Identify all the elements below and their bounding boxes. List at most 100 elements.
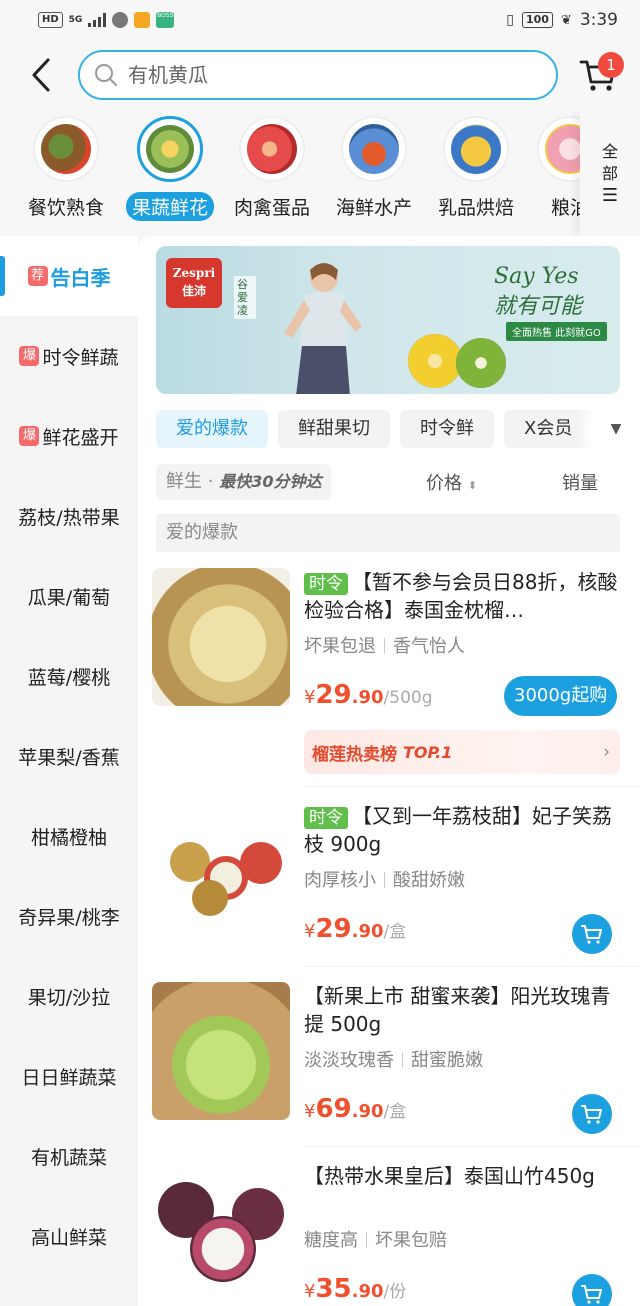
sort-price-button[interactable]: 价格 ⬍ [426,469,477,495]
product-info: 【热带水果皇后】泰国山竹450g 糖度高 坏果包赔 ¥35.90/份 [304,1162,620,1306]
product-card[interactable]: 【新果上市 甜蜜来袭】阳光玫瑰青提 500g 淡淡玫瑰香 甜蜜脆嫩 ¥69.90/… [138,982,640,1152]
sidebar-item-fruit-salad[interactable]: 果切/沙拉 [0,956,138,1036]
clock: 3:39 [579,10,618,30]
price-integer: 69 [315,1094,352,1124]
kiwi-green-image [456,338,506,388]
sidebar-item-label: 奇异果/桃李 [18,906,120,929]
chip-love-hot[interactable]: 爱的爆款 [156,410,268,448]
product-features: 肉厚核小 酸甜娇嫩 [304,866,620,892]
category-seafood[interactable]: 海鲜水产 [324,116,424,221]
product-card[interactable]: 【热带水果皇后】泰国山竹450g 糖度高 坏果包赔 ¥35.90/份 [138,1162,640,1306]
search-input[interactable] [128,63,508,87]
sidebar-item-citrus[interactable]: 柑橘橙柚 [0,796,138,876]
product-features: 糖度高 坏果包赔 [304,1226,620,1252]
sidebar-item-label: 告白季 [50,265,111,290]
category-meat-eggs[interactable]: 肉禽蛋品 [222,116,322,221]
product-image-durian [152,568,290,706]
back-button[interactable] [26,58,56,92]
feature-text: 淡淡玫瑰香 [304,1050,394,1071]
add-to-cart-button[interactable] [572,1274,612,1306]
sidebar-item-label: 鲜花盛开 [42,426,119,449]
product-card[interactable]: 时令 【暂不参与会员日88折，核酸检验合格】泰国金枕榴… 坏果包退 香气怡人 ¥29… [138,568,640,784]
feature-text: 坏果包赔 [375,1230,447,1251]
category-fruits-veg[interactable]: 果蔬鲜花 [120,116,220,221]
delivery-filter[interactable]: 鲜生 · 最快30分钟达 [156,464,332,500]
category-catering[interactable]: 餐饮熟食 [16,116,116,221]
category-label: 海鲜水产 [335,197,412,219]
app-notification-icon [112,12,129,28]
sidebar-item-daily-veg[interactable]: 日日鲜蔬菜 [0,1036,138,1116]
sidebar-item-confession-season[interactable]: 荐告白季 [0,236,138,316]
chip-x-member[interactable]: X会员 [504,410,593,448]
battery-icon: 100 [521,12,553,28]
price-unit: /500g [383,688,433,708]
category-image [341,116,407,182]
video-app-icon [134,12,151,28]
category-sidebar: 荐告白季 爆时令鲜蔬 爆鲜花盛开 荔枝/热带果 瓜果/葡萄 蓝莓/樱桃 苹果梨/… [0,236,138,1306]
brand-name: Zespri [172,266,216,280]
product-features: 坏果包退 香气怡人 [304,632,620,658]
all-label-2: 部 [601,164,618,183]
sidebar-item-kiwi-peach[interactable]: 奇异果/桃李 [0,876,138,956]
category-dairy-bakery[interactable]: 乳品烘焙 [426,116,526,221]
sidebar-item-blueberry-cherry[interactable]: 蓝莓/樱桃 [0,636,138,716]
sidebar-item-melon-grape[interactable]: 瓜果/葡萄 [0,556,138,636]
product-info: 时令 【又到一年荔枝甜】妃子笑荔枝 900g 肉厚核小 酸甜娇嫩 ¥29.90/盒 [304,802,620,954]
product-title: 时令 【又到一年荔枝甜】妃子笑荔枝 900g [304,802,620,858]
seasonal-tag: 时令 [304,807,348,829]
min-purchase-button[interactable]: 3000g起购 [504,676,618,716]
promo-banner[interactable]: Zespri 佳沛 谷爱凌 Say Yes 就有可能 全面热售 此刻就GO [156,246,620,394]
fresh-slogan: 最快30分钟达 [219,472,322,491]
chip-seasonal[interactable]: 时令鲜 [400,410,494,448]
search-bar[interactable] [78,50,558,100]
divider [304,1146,640,1147]
sidebar-item-label: 日日鲜蔬菜 [21,1066,117,1089]
feature-text: 坏果包退 [304,636,376,657]
feature-text: 肉厚核小 [304,870,376,891]
cart-icon [581,1105,602,1124]
product-card[interactable]: 时令 【又到一年荔枝甜】妃子笑荔枝 900g 肉厚核小 酸甜娇嫩 ¥29.90/盒 [138,802,640,972]
search-header: 1 [0,40,640,112]
category-label: 肉禽蛋品 [233,197,310,219]
sidebar-item-lychee[interactable]: 荔枝/热带果 [0,476,138,556]
chips-expand-button[interactable]: ▼ [592,410,640,448]
all-categories-button[interactable]: 全 部 ☰ [580,112,640,236]
sort-sales-button[interactable]: 销量 [562,469,598,495]
category-label: 乳品烘焙 [437,197,514,219]
hot-tag: 爆 [19,346,40,366]
ranking-banner[interactable]: 榴莲热卖榜 TOP.1 › [304,730,620,774]
price-unit: /盒 [383,922,407,942]
category-strip: 餐饮熟食 果蔬鲜花 肉禽蛋品 海鲜水产 乳品烘焙 粮油 全 部 ☰ [0,112,640,236]
product-title: 时令 【暂不参与会员日88折，核酸检验合格】泰国金枕榴… [304,568,620,624]
signal-icon [88,13,107,27]
product-features: 淡淡玫瑰香 甜蜜脆嫩 [304,1046,620,1072]
sidebar-item-apple-pear[interactable]: 苹果梨/香蕉 [0,716,138,796]
divider [304,786,640,787]
divider [402,1052,403,1068]
sidebar-item-flowers[interactable]: 爆鲜花盛开 [0,396,138,476]
price-unit: /份 [383,1282,407,1302]
currency-symbol: ¥ [304,687,316,708]
divider [366,1232,367,1248]
add-to-cart-button[interactable] [572,914,612,954]
feature-text: 甜蜜脆嫩 [411,1050,483,1071]
slogan-en: Say Yes [494,264,579,289]
chip-fresh-cut[interactable]: 鲜甜果切 [278,410,390,448]
sort-arrows-icon: ⬍ [467,479,477,492]
category-image [443,116,509,182]
sidebar-item-seasonal-veg[interactable]: 爆时令鲜蔬 [0,316,138,396]
sidebar-item-organic-veg[interactable]: 有机蔬菜 [0,1116,138,1196]
add-to-cart-button[interactable] [572,1094,612,1134]
product-title: 【热带水果皇后】泰国山竹450g [304,1162,620,1218]
sort-price-label: 价格 [426,473,462,494]
product-image-mangosteen [152,1162,290,1300]
sidebar-item-label: 有机蔬菜 [30,1146,107,1169]
rank-label: 榴莲热卖榜 [312,744,397,765]
category-image [33,116,99,182]
feature-text: 酸甜娇嫩 [393,870,465,891]
sidebar-item-mountain-veg[interactable]: 高山鲜菜 [0,1196,138,1276]
product-title-text: 【新果上市 甜蜜来袭】阳光玫瑰青提 500g [304,984,611,1036]
divider [384,638,385,654]
triangle-down-icon: ▼ [610,421,622,437]
cart-count-badge: 1 [598,52,624,78]
